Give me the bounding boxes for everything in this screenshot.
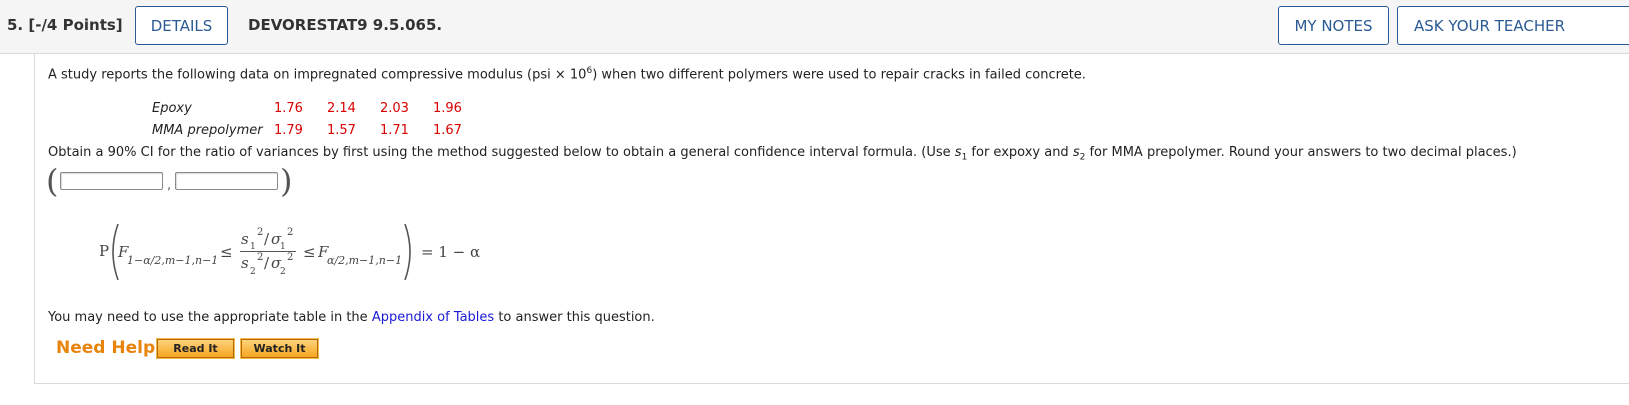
row-label-epoxy: Epoxy [152,101,192,116]
formula-denominator-s: s [241,254,249,272]
formula-leq-left: ≤ [220,243,233,261]
formula-denominator-sq: 2 [257,252,264,263]
upper-bound-input[interactable] [175,172,278,190]
formula-numerator-sigma-sq: 2 [287,227,294,238]
read-it-button[interactable]: Read It [156,338,235,359]
question-header: 5. [-/4 Points] DETAILS DEVORESTAT9 9.5.… [0,0,1629,54]
epoxy-value: 1.76 [274,101,303,116]
question-intro: A study reports the following data on im… [48,66,1086,83]
formula-numerator-s: s [241,230,249,248]
formula-lower-subscript: 1−α/2,m−1,n−1 [127,254,219,267]
mma-value: 1.79 [274,123,303,138]
formula-denominator-sigma-sq: 2 [287,252,294,263]
appendix-of-tables-link[interactable]: Appendix of Tables [372,310,494,325]
formula-numerator-slash: / [264,230,270,248]
formula-denominator-sub: 2 [250,267,256,277]
formula-leq-right: ≤ [303,243,316,261]
watch-it-button[interactable]: Watch It [240,338,319,359]
formula-upper-subscript: α/2,m−1,n−1 [327,254,403,267]
formula-right-bracket [404,223,411,281]
epoxy-value: 2.14 [327,101,356,116]
mma-value: 1.67 [433,123,462,138]
formula-denominator-slash: / [264,254,270,272]
left-parenthesis: ( [46,162,59,200]
right-parenthesis: ) [280,162,293,200]
lower-bound-input[interactable] [60,172,163,190]
formula-numerator-sq: 2 [257,227,264,238]
table-note: You may need to use the appropriate tabl… [48,310,655,325]
my-notes-button[interactable]: MY NOTES [1278,6,1389,45]
interval-separator: , [167,178,172,193]
points-label: [-/4 Points] [28,16,123,34]
formula-denominator-sigma-sub: 2 [280,267,286,277]
details-button[interactable]: DETAILS [135,6,228,45]
question-number: 5. [-/4 Points] [7,16,123,34]
epoxy-value: 2.03 [380,101,409,116]
need-help-label: Need Help? [56,338,165,358]
formula-rhs: = 1 − α [421,243,481,261]
mma-value: 1.57 [327,123,356,138]
mma-value: 1.71 [380,123,409,138]
ask-your-teacher-button[interactable]: ASK YOUR TEACHER [1397,6,1629,45]
instruction-text: Obtain a 90% CI for the ratio of varianc… [48,145,1517,163]
row-label-mma: MMA prepolymer [152,123,263,138]
question-id: DEVORESTAT9 9.5.065. [248,16,443,34]
epoxy-value: 1.96 [433,101,462,116]
